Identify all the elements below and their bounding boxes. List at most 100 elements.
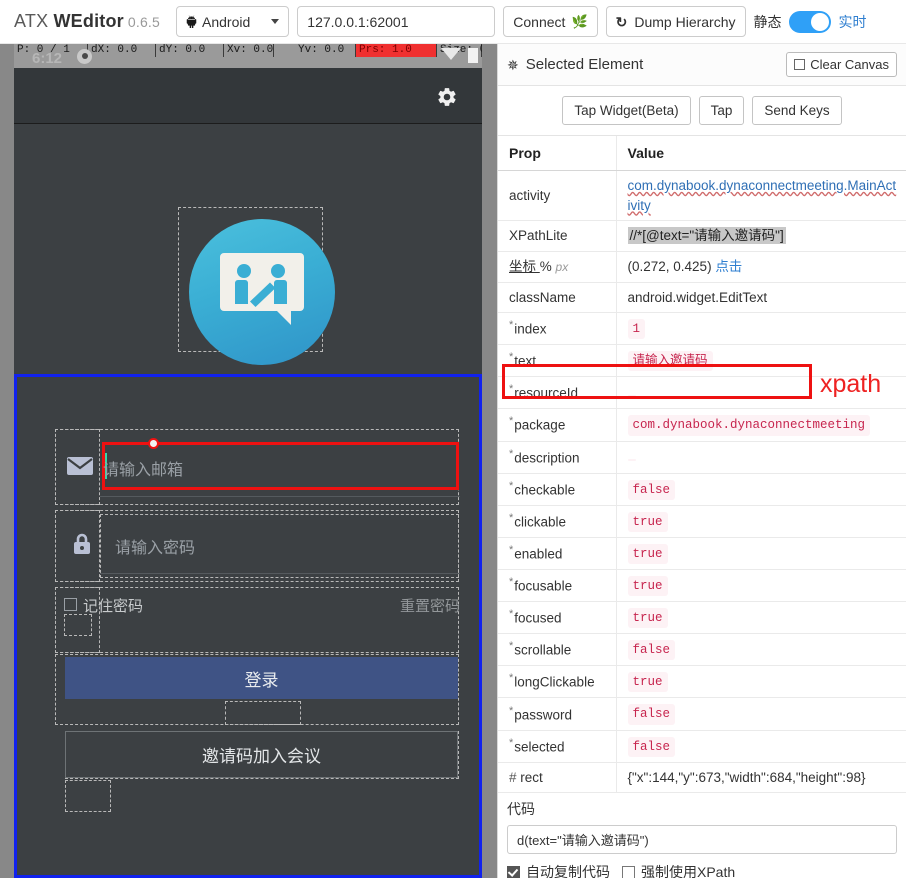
activity-link[interactable]: com.dynabook.dynaconnectmeeting.MainActi… xyxy=(628,178,897,213)
clear-canvas-button[interactable]: Clear Canvas xyxy=(786,52,897,77)
value-code: true xyxy=(627,672,668,693)
inspector-title: ✵ Selected Element xyxy=(507,56,643,73)
value-code xyxy=(627,395,636,398)
remember-password-checkbox[interactable] xyxy=(64,598,77,611)
value-code: true xyxy=(627,575,668,597)
prop-value-cell: true xyxy=(616,537,906,570)
force-xpath-checkbox[interactable] xyxy=(622,865,635,878)
header-value: Value xyxy=(616,136,906,172)
prop-name-cell: *scrollable xyxy=(498,633,617,667)
prop-value-cell: {"x":144,"y":673,"width":684,"height":98… xyxy=(616,762,906,794)
static-live-toggle[interactable] xyxy=(788,10,831,33)
connect-button[interactable]: Connect 🌿 xyxy=(503,6,598,37)
inspector-title-text: Selected Element xyxy=(525,56,644,73)
brand-prefix: ATX xyxy=(14,11,54,31)
code-section: 代码 d(text="请输入邀请码") xyxy=(498,793,906,855)
xpath-value[interactable]: //*[@text="请输入邀请码"] xyxy=(627,227,786,245)
star-marker: * xyxy=(509,736,514,749)
invite-code-button[interactable]: 邀请码加入会议 xyxy=(65,731,458,778)
invite-label: 邀请码加入会议 xyxy=(202,747,321,766)
prop-name-cell: *text xyxy=(498,344,617,378)
top-toolbar: ATX WEditor0.6.5 Android Connect 🌿 ↻ Dum… xyxy=(0,0,906,44)
prop-name-cell: activity xyxy=(498,170,617,222)
touch-point-marker xyxy=(148,438,159,449)
chevron-down-icon xyxy=(271,19,280,24)
platform-label: Android xyxy=(202,13,251,30)
prop-name-cell: *longClickable xyxy=(498,665,617,699)
prop-name-cell: *focusable xyxy=(498,569,617,603)
app-brand: ATX WEditor 0.6.5 xyxy=(14,11,160,32)
device-screen-canvas[interactable]: P: 0 / 1 dX: 0.0 dY: 0.0 Xv: 0.0 Yv: 0.0… xyxy=(14,44,482,878)
brand-name: WEditor xyxy=(53,11,124,31)
bottom-options-row: 自动复制代码 强制使用XPath xyxy=(498,854,906,878)
coord-percent: % xyxy=(539,258,556,274)
property-table-wrap: xpath Prop Value activity com.dynabook.dy… xyxy=(498,136,906,794)
header-prop: Prop xyxy=(498,136,617,172)
table-row: *selected false xyxy=(498,730,906,763)
device-serial-input[interactable] xyxy=(297,6,496,37)
prop-value-cell: false xyxy=(616,730,906,763)
prop-name-cell: # rect xyxy=(498,762,617,794)
star-marker: * xyxy=(509,319,514,332)
envelope-icon xyxy=(67,457,93,475)
ptr-dy: dY: 0.0 xyxy=(156,44,224,57)
email-placeholder: 请输入邮箱 xyxy=(103,462,184,479)
dump-label: Dump Hierarchy xyxy=(634,13,736,30)
chevron-down-icon xyxy=(441,48,461,60)
platform-select[interactable]: Android xyxy=(176,6,290,37)
ptr-dx: dX: 0.0 xyxy=(88,44,156,57)
prop-value-cell[interactable]: com.dynabook.dynaconnectmeeting.MainActi… xyxy=(616,170,906,222)
login-button[interactable]: 登录 xyxy=(65,657,458,699)
coord-px[interactable]: px xyxy=(556,260,569,274)
password-underline xyxy=(100,573,460,574)
hierarchy-separator xyxy=(14,123,482,124)
coord-click-link[interactable]: 点击 xyxy=(715,259,742,274)
ptr-xv: Xv: 0.0 xyxy=(224,44,274,57)
coord-label[interactable]: 坐标 xyxy=(509,259,540,274)
value-code: com.dynabook.dynaconnectmeeting xyxy=(627,415,871,436)
prop-value-cell: false xyxy=(616,697,906,731)
device-pane: P: 0 / 1 dX: 0.0 dY: 0.0 Xv: 0.0 Yv: 0.0… xyxy=(0,44,497,878)
connect-label: Connect xyxy=(513,13,566,30)
hash-marker: # xyxy=(509,769,521,785)
hierarchy-box-login-text xyxy=(225,701,301,725)
dump-hierarchy-button[interactable]: ↻ Dump Hierarchy xyxy=(605,6,746,37)
star-marker: * xyxy=(509,704,514,717)
login-label: 登录 xyxy=(244,670,279,690)
tap-widget-button[interactable]: Tap Widget(Beta) xyxy=(562,96,691,125)
prop-name-cell: 坐标 % px xyxy=(498,251,617,283)
tap-button[interactable]: Tap xyxy=(698,96,745,125)
clear-canvas-label: Clear Canvas xyxy=(810,57,889,72)
prop-value-cell: false xyxy=(616,473,906,506)
send-keys-button[interactable]: Send Keys xyxy=(752,96,842,125)
auto-copy-checkbox[interactable] xyxy=(507,865,520,878)
prop-name-cell: *password xyxy=(498,697,617,731)
hierarchy-box-remember-inner xyxy=(64,614,92,636)
table-row: *focused true xyxy=(498,601,906,635)
star-marker: * xyxy=(509,447,514,460)
prop-value-cell[interactable]: (0.272, 0.425) 点击 xyxy=(616,251,906,283)
clear-canvas-checkbox[interactable] xyxy=(794,59,806,70)
prop-name-cell: *checkable xyxy=(498,473,617,506)
table-row: XPathLite //*[@text="请输入邀请码"] xyxy=(498,220,906,252)
reset-password-link[interactable]: 重置密码 xyxy=(400,595,460,616)
table-row: *description xyxy=(498,441,906,474)
value-code: false xyxy=(627,704,676,725)
crosshair-icon: ✵ xyxy=(507,56,519,73)
generated-code-input[interactable]: d(text="请输入邀请码") xyxy=(507,825,897,855)
prop-value-cell: true xyxy=(616,601,906,635)
table-row: *index 1 xyxy=(498,312,906,346)
value-code: true xyxy=(627,511,668,532)
prop-value-cell: 1 xyxy=(616,312,906,346)
property-table: Prop Value activity com.dynabook.dynaconn… xyxy=(498,136,906,794)
ptr-prs: Prs: 1.0 xyxy=(356,44,437,57)
prop-name-cell: *package xyxy=(498,408,617,442)
star-marker: * xyxy=(509,672,514,685)
star-marker: * xyxy=(509,479,514,492)
refresh-icon: ↻ xyxy=(615,13,628,30)
value-code: false xyxy=(627,479,676,500)
gear-icon[interactable] xyxy=(435,86,459,110)
prop-value-cell: true xyxy=(616,505,906,538)
prop-value-cell: //*[@text="请输入邀请码"] xyxy=(616,220,906,252)
table-row: className android.widget.EditText xyxy=(498,282,906,314)
